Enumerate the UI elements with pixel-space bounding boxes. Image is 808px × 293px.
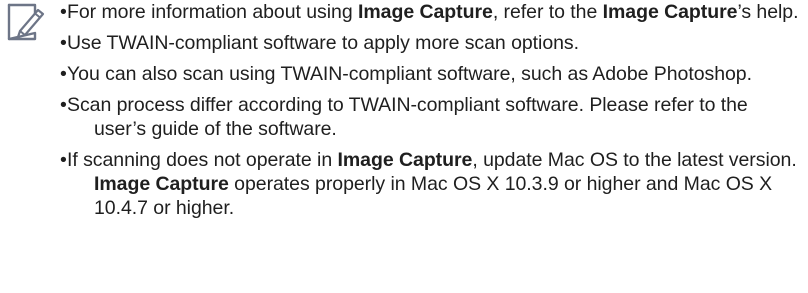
note-pencil-icon <box>5 3 45 43</box>
note-text: You can also scan using TWAIN-compliant … <box>67 63 752 85</box>
note-text: Scan process differ according to TWAIN-c… <box>67 94 748 140</box>
bullet-marker: • <box>60 32 67 54</box>
bold-text: Image Capture <box>358 1 493 23</box>
note-text: ’s help. <box>737 1 799 23</box>
note-item: •You can also scan using TWAIN-compliant… <box>60 62 805 86</box>
bullet-marker: • <box>60 1 67 23</box>
note-item: •If scanning does not operate in Image C… <box>60 148 805 220</box>
note-text: For more information about using <box>67 1 358 23</box>
note-text: Use TWAIN-compliant software to apply mo… <box>67 32 579 54</box>
bullet-marker: • <box>60 94 67 116</box>
note-text: , update Mac OS to the latest version. <box>472 149 797 171</box>
bold-text: Image Capture <box>94 173 229 195</box>
note-text: , refer to the <box>492 1 603 23</box>
note-item: •Scan process differ according to TWAIN-… <box>60 93 805 141</box>
bullet-marker: • <box>60 149 67 171</box>
note-item: •For more information about using Image … <box>60 0 805 24</box>
bold-text: Image Capture <box>337 149 473 171</box>
bold-text: Image Capture <box>602 1 738 23</box>
note-list: •For more information about using Image … <box>60 0 805 227</box>
bullet-marker: • <box>60 63 67 85</box>
note-text: If scanning does not operate in <box>67 149 338 171</box>
note-item: •Use TWAIN-compliant software to apply m… <box>60 31 805 55</box>
